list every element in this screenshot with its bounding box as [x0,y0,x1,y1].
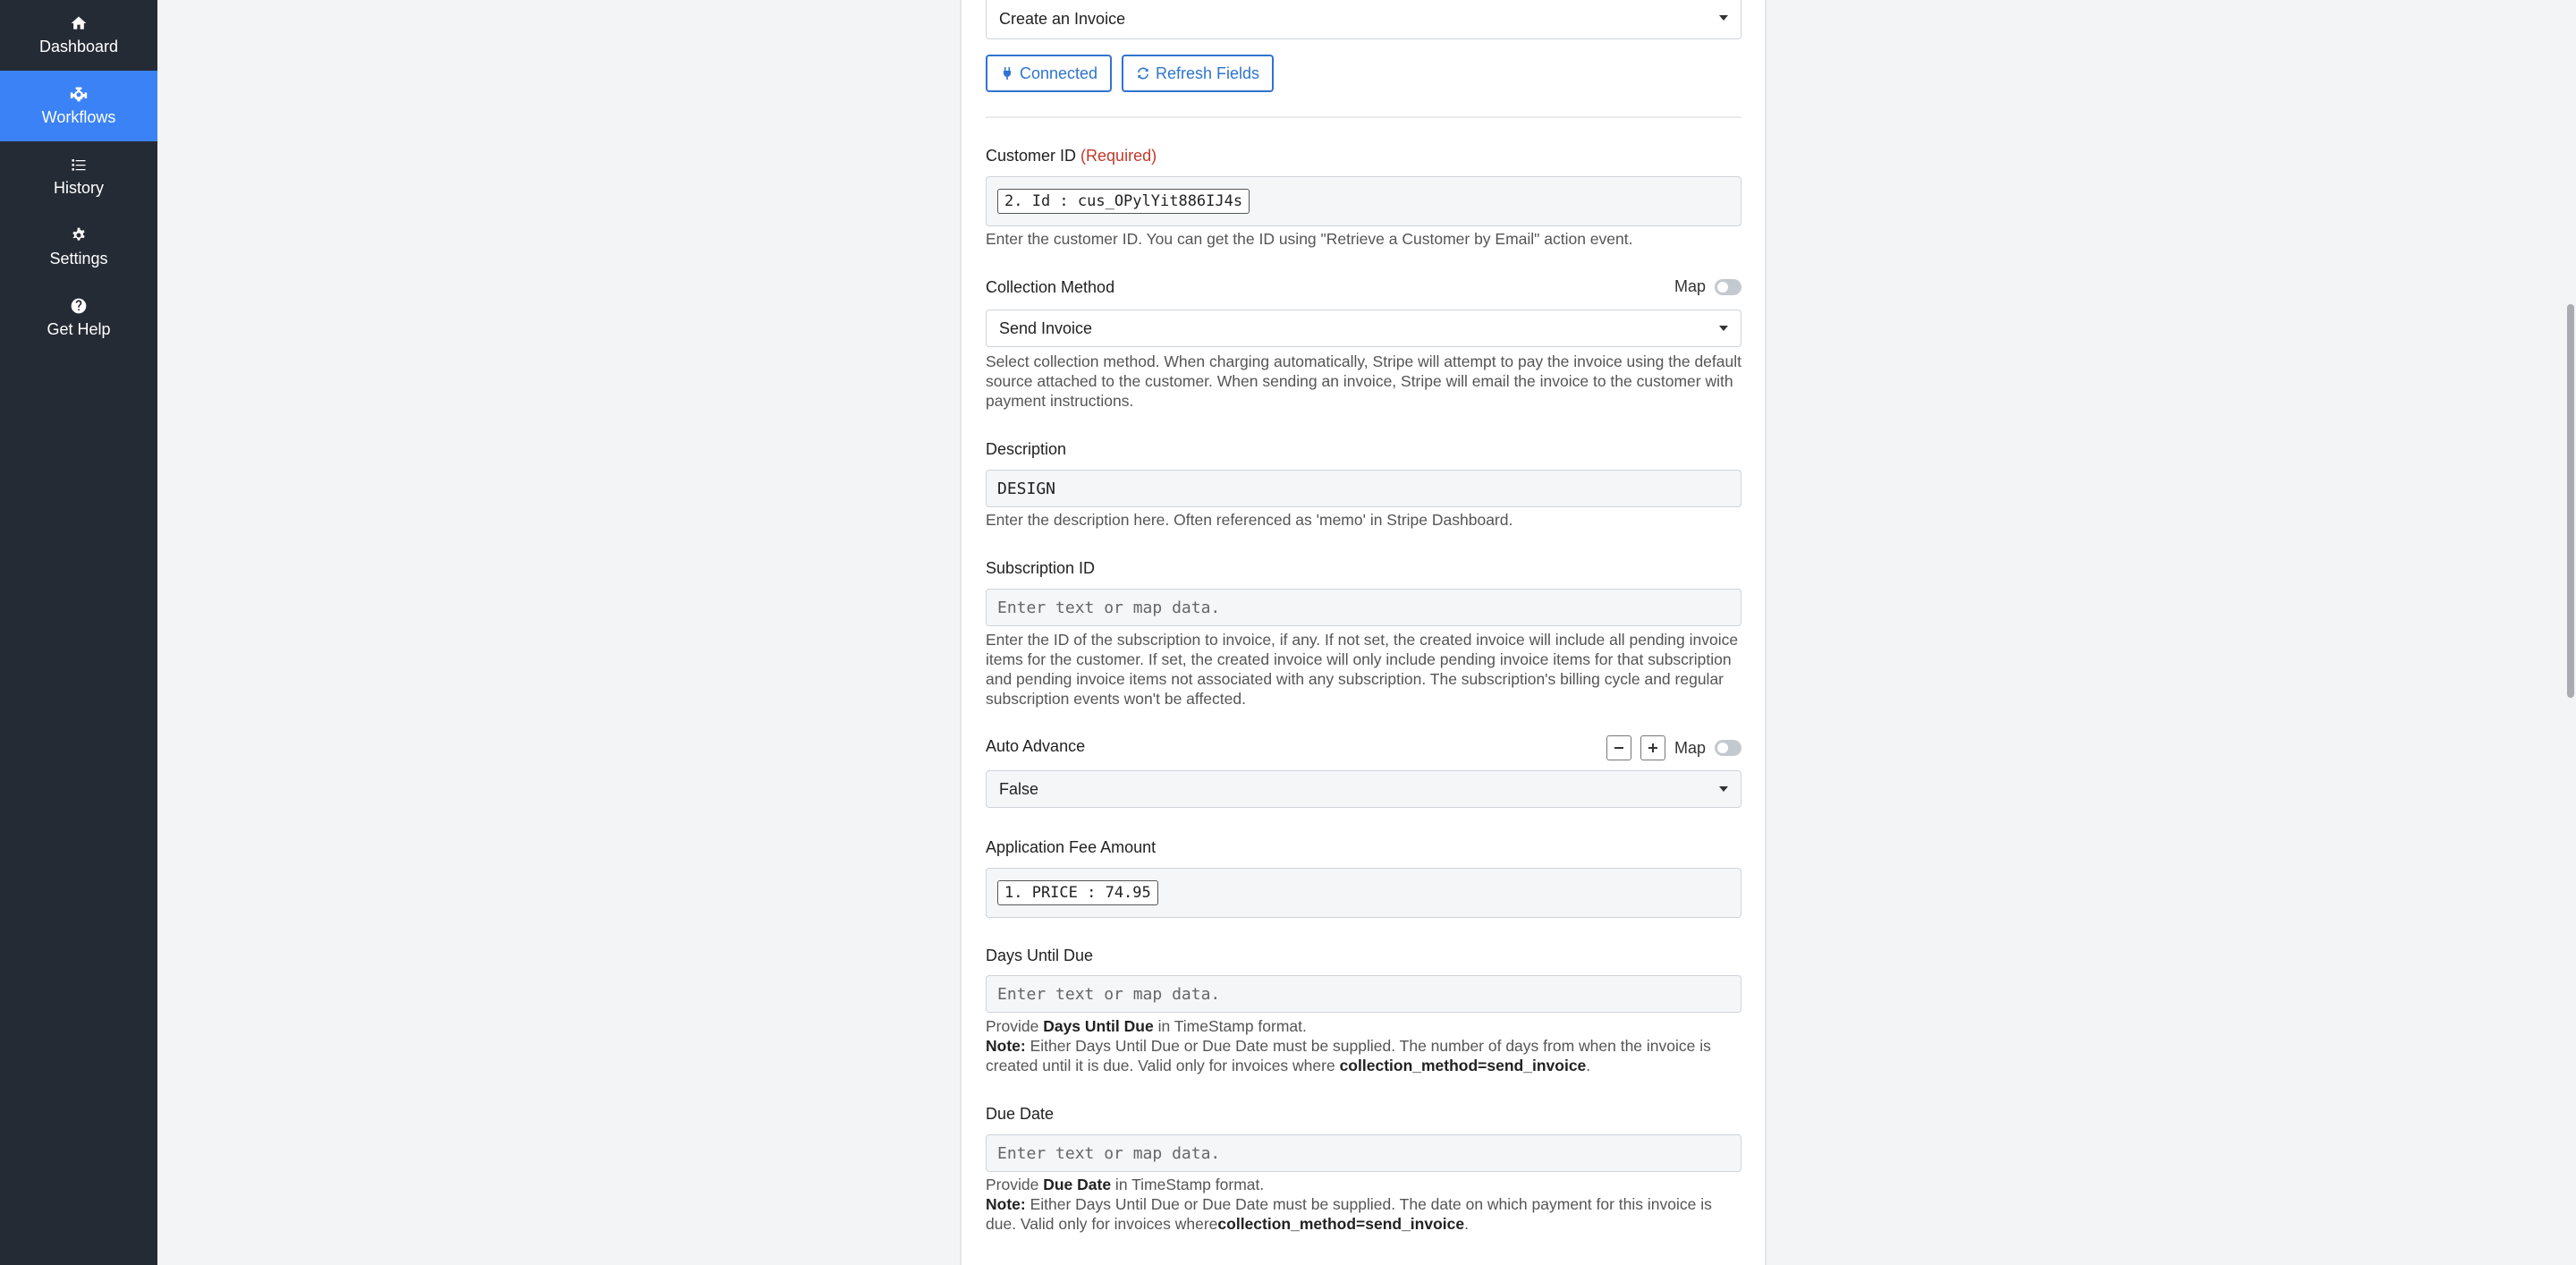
sidebar-item-label: Dashboard [38,38,119,55]
help-text: Provide [986,1017,1044,1035]
remove-field-button[interactable] [1606,735,1631,760]
auto-advance-select[interactable]: False [986,770,1741,808]
note-text: . [1586,1057,1591,1074]
question-icon [71,298,87,314]
list-icon [72,159,86,171]
application-fee-input[interactable]: 1. PRICE : 74.95 [986,868,1741,918]
sidebar-item-dashboard[interactable]: Dashboard [0,0,157,71]
subscription-id-placeholder: Enter text or map data. [997,598,1221,617]
collection-method-value: Send Invoice [999,318,1093,337]
note-text: . [1464,1215,1469,1233]
action-config-panel: Create an Invoice Connected Refresh Fiel… [960,0,1767,1265]
description-value: DESIGN [997,479,1056,498]
minus-icon [1614,747,1623,749]
application-fee-label: Application Fee Amount [986,838,1157,856]
plus-icon [1648,743,1657,752]
sidebar-item-get-help[interactable]: Get Help [0,283,157,353]
collection-method-help: Select collection method. When charging … [986,352,1741,410]
required-indicator: (Required) [1080,147,1157,165]
collection-method-select[interactable]: Send Invoice [986,310,1741,347]
due-date-input[interactable]: Enter text or map data. [986,1134,1741,1172]
customer-id-label: Customer ID (Required) [986,147,1157,166]
note-label: Note: [986,1195,1026,1213]
days-until-due-input[interactable]: Enter text or map data. [986,975,1741,1013]
sidebar: Dashboard Workflows History Settings Get… [0,0,157,1265]
days-until-due-help: Provide Days Until Due in TimeStamp form… [986,1016,1741,1075]
mapped-data-chip[interactable]: 2. Id : cus_OPylYit886IJ4s [997,189,1250,214]
add-field-button[interactable] [1640,735,1665,760]
auto-advance-label: Auto Advance [986,737,1086,755]
sidebar-item-history[interactable]: History [0,141,157,212]
help-emphasis: Due Date [1043,1176,1112,1193]
collection-method-label: Collection Method [986,278,1115,296]
mapped-data-chip[interactable]: 1. PRICE : 74.95 [997,880,1158,905]
chevron-down-icon [1719,786,1728,792]
note-code: collection_method=send_invoice [1339,1057,1587,1074]
help-text: Provide [986,1176,1044,1193]
connected-button[interactable]: Connected [986,55,1113,92]
gear-icon [72,227,85,241]
map-toggle[interactable] [1715,740,1741,756]
auto-advance-controls: Map [1606,735,1741,760]
scrollbar-thumb[interactable] [2567,304,2574,698]
subscription-id-label: Subscription ID [986,559,1096,577]
days-until-due-label: Days Until Due [986,947,1094,964]
sidebar-item-label: Get Help [47,320,111,338]
home-icon [71,16,87,30]
action-event-value: Create an Invoice [999,10,1126,28]
due-date-placeholder: Enter text or map data. [997,1143,1221,1163]
description-label: Description [986,440,1067,458]
workflow-icon [70,87,88,102]
note-code: collection_method=send_invoice [1217,1215,1465,1233]
help-emphasis: Days Until Due [1043,1017,1154,1035]
page-scrollbar[interactable] [2563,0,2576,1265]
auto-advance-value: False [999,779,1039,798]
subscription-id-help: Enter the ID of the subscription to invo… [986,631,1739,708]
connected-label: Connected [1020,64,1098,82]
map-toggle[interactable] [1715,278,1741,295]
action-event-select[interactable]: Create an Invoice [986,0,1741,39]
due-date-label: Due Date [986,1105,1055,1123]
plug-icon [1004,67,1011,80]
sidebar-item-label: Settings [49,250,108,267]
due-date-help: Provide Due Date in TimeStamp format. No… [986,1175,1741,1234]
help-text: in TimeStamp format. [1111,1176,1265,1193]
customer-id-input[interactable]: 2. Id : cus_OPylYit886IJ4s [986,176,1741,226]
refresh-fields-button[interactable]: Refresh Fields [1122,55,1275,92]
chevron-down-icon [1719,326,1728,331]
map-label: Map [1674,277,1706,295]
refresh-icon [1138,67,1148,80]
sidebar-item-label: Workflows [41,108,116,126]
section-divider [986,116,1741,118]
customer-id-label-text: Customer ID [986,147,1077,165]
sidebar-item-label: History [53,179,104,197]
collection-method-map-control: Map [1674,277,1741,296]
sidebar-item-settings[interactable]: Settings [0,212,157,283]
customer-id-help: Enter the customer ID. You can get the I… [986,230,1633,248]
subscription-id-input[interactable]: Enter text or map data. [986,589,1741,626]
days-until-due-placeholder: Enter text or map data. [997,984,1221,1004]
help-text: in TimeStamp format. [1153,1017,1307,1035]
description-help: Enter the description here. Often refere… [986,511,1513,529]
chevron-down-icon [1719,15,1728,21]
map-label: Map [1674,738,1706,757]
refresh-fields-label: Refresh Fields [1156,64,1260,82]
sidebar-item-workflows[interactable]: Workflows [0,71,157,141]
description-input[interactable]: DESIGN [986,470,1741,507]
note-label: Note: [986,1037,1026,1055]
